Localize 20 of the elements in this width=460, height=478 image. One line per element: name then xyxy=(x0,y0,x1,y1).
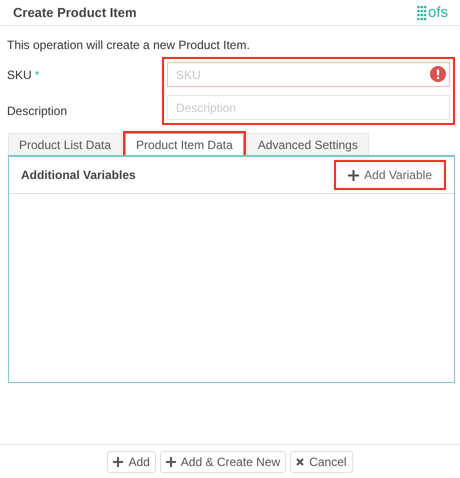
field-label: SKU xyxy=(7,68,32,82)
add-variable-button[interactable]: Add Variable xyxy=(334,160,446,190)
close-icon xyxy=(296,458,304,466)
plus-icon xyxy=(166,456,176,466)
required-mark: * xyxy=(34,68,40,82)
panel-title: Additional Variables xyxy=(21,168,136,182)
add-button[interactable]: Add & Create New xyxy=(160,450,286,472)
plus-icon xyxy=(113,456,124,466)
add-button[interactable]: Add xyxy=(107,450,156,472)
intro-text: This operation will create a new Product Item. xyxy=(6,37,251,52)
field-label: Description xyxy=(7,104,68,118)
logo-text: ofs xyxy=(428,4,448,21)
window-title: Create Product Item xyxy=(13,5,137,20)
plus-icon xyxy=(348,170,360,180)
error-icon xyxy=(430,66,446,82)
tab[interactable]: Advanced Settings xyxy=(246,133,369,155)
cancel-button[interactable]: Cancel xyxy=(290,450,353,472)
tab[interactable]: Product List Data xyxy=(8,133,122,155)
tab[interactable]: Product Item Data xyxy=(125,133,244,155)
dots-logo-icon xyxy=(416,4,427,20)
